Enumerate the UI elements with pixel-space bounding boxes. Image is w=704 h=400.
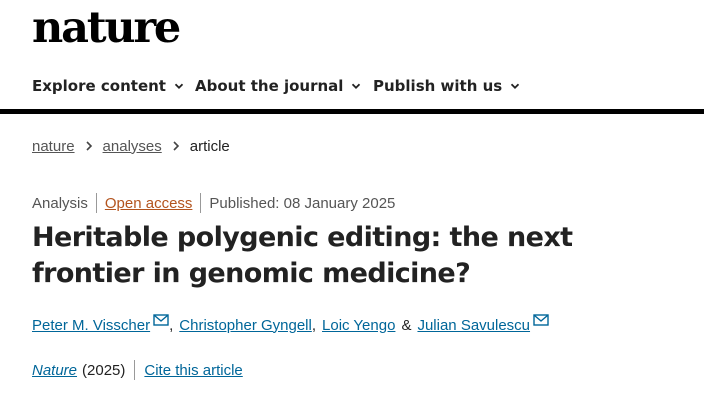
breadcrumb-analyses[interactable]: analyses: [103, 138, 162, 155]
nav-about-journal-label: About the journal: [195, 77, 344, 95]
journal-name[interactable]: Nature: [32, 362, 77, 379]
author-and: &: [401, 316, 412, 334]
nav-explore-content-label: Explore content: [32, 77, 166, 95]
nav-publish-with-us[interactable]: Publish with us: [373, 74, 520, 98]
meta-divider: [200, 193, 202, 213]
chevron-right-icon: [171, 140, 181, 152]
mail-icon[interactable]: [153, 314, 169, 326]
article-meta: Analysis Open access Published: 08 Janua…: [32, 192, 395, 214]
article-type: Analysis: [32, 194, 88, 212]
author-yengo[interactable]: Loic Yengo: [322, 317, 395, 334]
author-list: Peter M. Visscher , Christopher Gyngell …: [32, 312, 549, 338]
chevron-down-icon: [510, 81, 520, 91]
nature-logo[interactable]: nature: [32, 2, 181, 54]
nav-about-journal[interactable]: About the journal: [195, 74, 361, 98]
author-gyngell[interactable]: Christopher Gyngell: [179, 317, 312, 334]
main-nav: Explore content About the journal Publis…: [0, 62, 704, 110]
nav-publish-with-us-label: Publish with us: [373, 77, 503, 95]
author-visscher[interactable]: Peter M. Visscher: [32, 317, 150, 334]
citation-divider: [134, 360, 136, 380]
nav-explore-content[interactable]: Explore content: [32, 74, 184, 98]
open-access-link[interactable]: Open access: [105, 195, 193, 212]
header-divider: [0, 109, 704, 114]
chevron-down-icon: [351, 81, 361, 91]
chevron-right-icon: [84, 140, 94, 152]
article-title: Heritable polygenic editing: the next fr…: [32, 222, 573, 289]
breadcrumb-article: article: [189, 137, 230, 155]
cite-article-link[interactable]: Cite this article: [144, 362, 242, 379]
author-savulescu[interactable]: Julian Savulescu: [417, 317, 530, 334]
mail-icon[interactable]: [533, 314, 549, 326]
breadcrumb: nature analyses article: [32, 135, 230, 157]
author-separator: ,: [169, 316, 174, 334]
site-header: nature: [0, 0, 704, 62]
chevron-down-icon: [174, 81, 184, 91]
published-date: Published: 08 January 2025: [209, 194, 396, 212]
citation-line: Nature (2025) Cite this article: [32, 359, 243, 381]
meta-divider: [95, 193, 97, 213]
breadcrumb-nature[interactable]: nature: [32, 138, 75, 155]
author-separator: ,: [311, 316, 317, 334]
publication-year: (2025): [82, 361, 126, 379]
